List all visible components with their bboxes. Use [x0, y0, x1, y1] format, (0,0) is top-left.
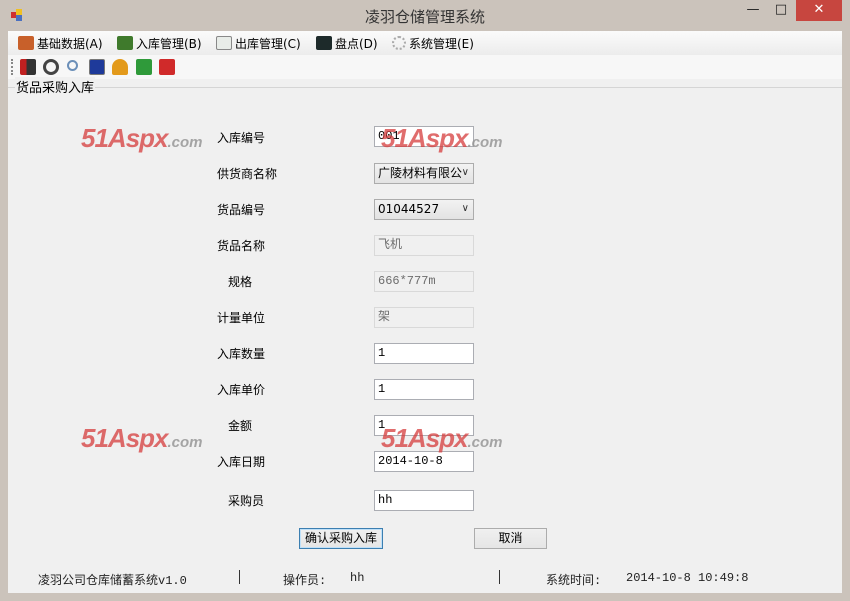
unit-price-input[interactable]: 1 — [374, 379, 474, 400]
quantity-input[interactable]: 1 — [374, 343, 474, 364]
status-app-name: 凌羽公司仓库储蓄系统v1.0 — [38, 574, 187, 588]
menu-inbound[interactable]: 入库管理(B) — [117, 34, 202, 52]
minimize-button[interactable]: — — [740, 0, 766, 21]
refresh-icon[interactable] — [43, 59, 59, 75]
chevron-down-icon: ∨ — [461, 203, 469, 214]
quantity-label: 入库数量 — [217, 347, 266, 361]
amount-input[interactable]: 1 — [374, 415, 474, 436]
buyer-input[interactable]: hh — [374, 490, 474, 511]
switch-icon[interactable] — [136, 59, 152, 75]
status-time: 2014-10-8 10:49:8 — [626, 571, 749, 585]
status-divider — [239, 570, 240, 584]
menu-label: 基础数据(A) — [37, 36, 103, 51]
gear-icon — [392, 36, 406, 50]
toolbar — [8, 55, 842, 79]
bell-icon[interactable] — [112, 59, 128, 75]
menu-basic-data[interactable]: 基础数据(A) — [18, 34, 103, 52]
window-icon — [216, 36, 232, 50]
item-code-value: 01044527 — [378, 202, 440, 216]
menu-label: 盘点(D) — [335, 36, 378, 51]
status-operator: hh — [350, 571, 365, 585]
spec-label: 规格 — [228, 275, 253, 289]
buyer-label: 采购员 — [228, 494, 265, 508]
group-title: 货品采购入库 — [15, 77, 96, 96]
item-name-label: 货品名称 — [217, 239, 266, 253]
cancel-button[interactable]: 取消 — [474, 528, 547, 549]
unit-price-label: 入库单价 — [217, 383, 266, 397]
power-icon[interactable] — [159, 59, 175, 75]
title-bar: 凌羽仓储管理系统 — □ ✕ — [0, 0, 850, 31]
menu-label: 入库管理(B) — [136, 36, 202, 51]
amount-label: 金额 — [228, 419, 253, 433]
menu-outbound[interactable]: 出库管理(C) — [216, 34, 301, 52]
menu-label: 出库管理(C) — [235, 36, 301, 51]
item-code-label: 货品编号 — [217, 203, 266, 217]
date-input[interactable]: 2014-10-8 — [374, 451, 474, 472]
chevron-down-icon: ∨ — [461, 167, 469, 178]
monitor-icon[interactable] — [89, 59, 105, 75]
receipt-no-label: 入库编号 — [217, 131, 266, 145]
date-label: 入库日期 — [217, 455, 266, 469]
status-divider — [499, 570, 500, 584]
main-form: 基础数据(A) 入库管理(B) 出库管理(C) 盘点(D) 系统管理(E) 货品… — [8, 31, 842, 593]
status-operator-label: 操作员: — [283, 574, 327, 588]
maximize-button[interactable]: □ — [768, 0, 794, 21]
exit-arrow-icon[interactable] — [20, 59, 36, 75]
confirm-purchase-button[interactable]: 确认采购入库 — [299, 528, 383, 549]
unit-label: 计量单位 — [217, 311, 266, 325]
box-icon — [18, 36, 34, 50]
item-name-input[interactable]: 飞机 — [374, 235, 474, 256]
search-icon[interactable] — [67, 60, 78, 71]
supplier-label: 供货商名称 — [217, 167, 278, 181]
menu-label: 系统管理(E) — [409, 36, 474, 51]
truck-icon — [117, 36, 133, 50]
close-button[interactable]: ✕ — [796, 0, 842, 21]
unit-input[interactable]: 架 — [374, 307, 474, 328]
status-time-label: 系统时间: — [546, 574, 602, 588]
menu-bar: 基础数据(A) 入库管理(B) 出库管理(C) 盘点(D) 系统管理(E) — [8, 31, 842, 55]
supplier-value: 广陵材料有限公 — [378, 166, 463, 180]
menu-inventory[interactable]: 盘点(D) — [316, 34, 378, 52]
item-code-select[interactable]: 01044527 ∨ — [374, 199, 474, 220]
spec-input[interactable]: 666*777m — [374, 271, 474, 292]
menu-system[interactable]: 系统管理(E) — [392, 34, 474, 52]
console-icon — [316, 36, 332, 50]
receipt-no-input[interactable]: 001 — [374, 126, 474, 147]
window-title: 凌羽仓储管理系统 — [364, 8, 485, 26]
supplier-select[interactable]: 广陵材料有限公 ∨ — [374, 163, 474, 184]
toolbar-grip[interactable] — [11, 59, 13, 75]
